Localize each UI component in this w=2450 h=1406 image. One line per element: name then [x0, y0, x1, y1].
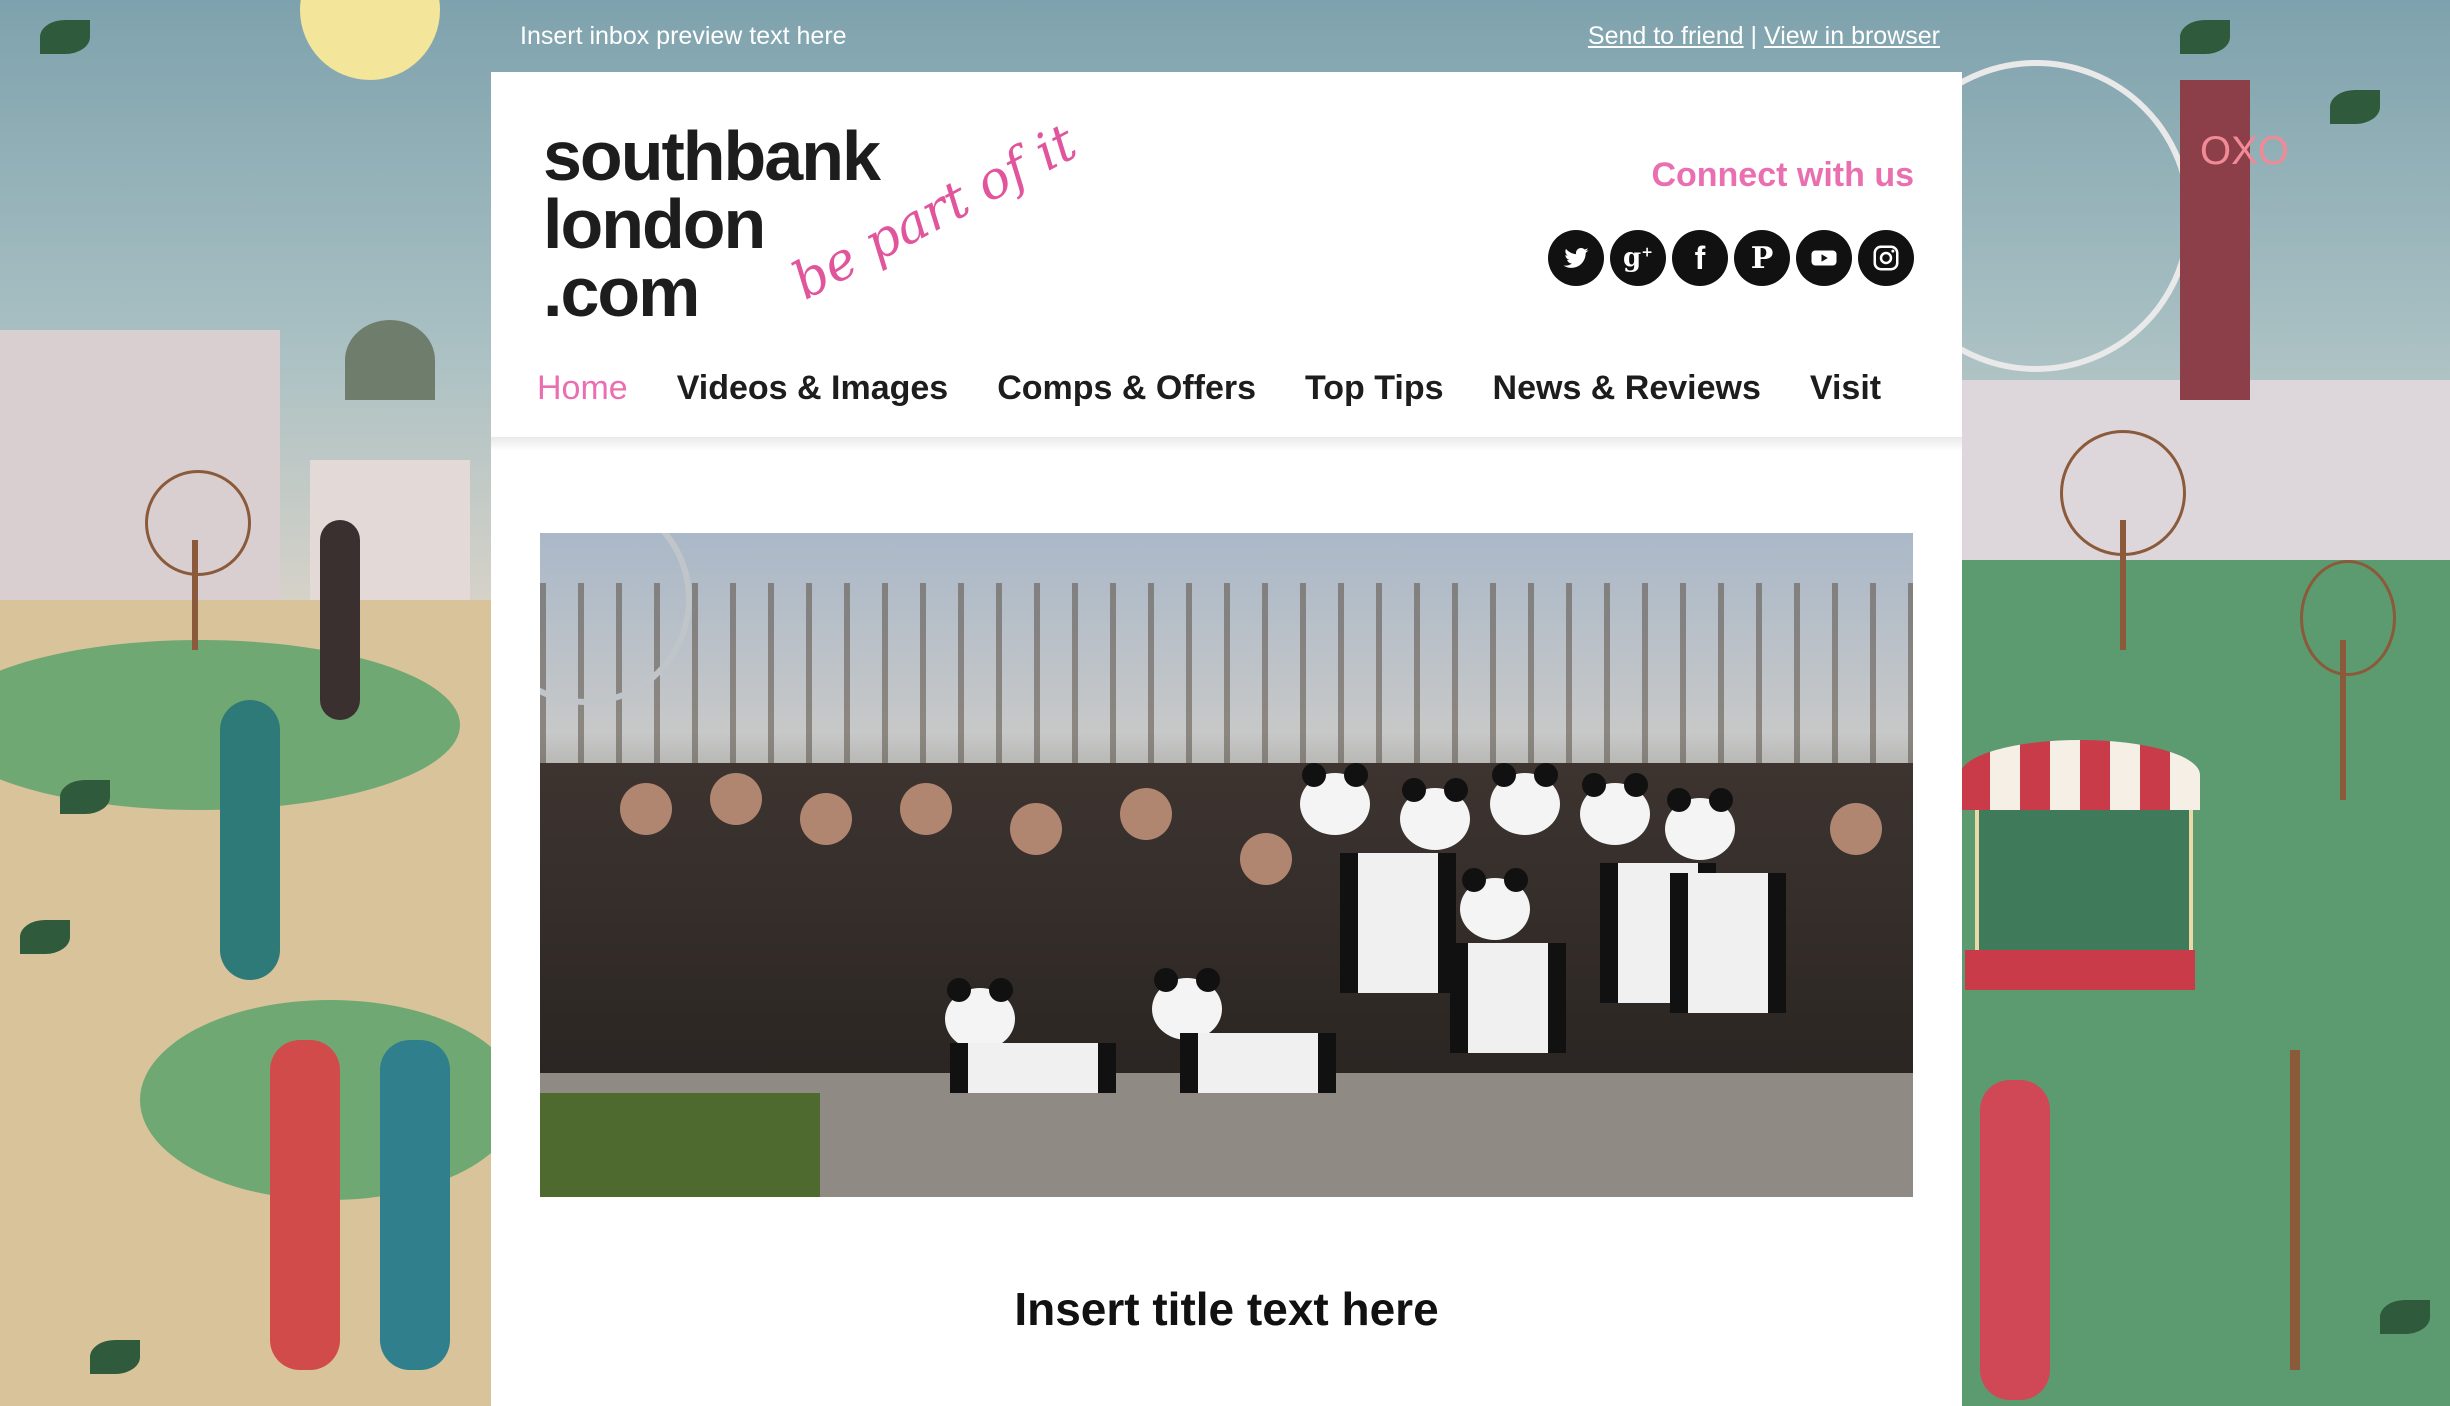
hero-person — [1120, 788, 1172, 840]
building-illustration — [0, 330, 280, 630]
logo-line: southbank — [543, 117, 881, 195]
hero-panda — [1665, 788, 1735, 860]
facebook-icon[interactable]: f — [1672, 230, 1728, 286]
musician-illustration — [1980, 1080, 2050, 1400]
youtube-icon[interactable] — [1796, 230, 1852, 286]
nav-item-visit[interactable]: Visit — [1810, 369, 1881, 408]
hero-panda — [1152, 968, 1222, 1040]
person-illustration — [220, 700, 280, 980]
email-container: southbank london .com be part of it Conn… — [491, 72, 1962, 1406]
leaf-illustration — [90, 1340, 140, 1374]
tree-illustration — [2290, 1050, 2300, 1370]
hero-person — [1240, 833, 1292, 885]
hero-panda — [1580, 773, 1650, 845]
hero-panda-body — [1670, 873, 1786, 1013]
performer-illustration — [320, 520, 360, 720]
hero-panda — [1460, 868, 1530, 940]
email-title: Insert title text here — [1014, 1283, 1439, 1335]
nav-item-home[interactable]: Home — [537, 369, 628, 408]
nav-item-top-tips[interactable]: Top Tips — [1305, 369, 1444, 408]
hero-panda-body — [1180, 1033, 1336, 1093]
hero-person — [1010, 803, 1062, 855]
nav-item-comps-offers[interactable]: Comps & Offers — [997, 369, 1256, 408]
leaf-illustration — [2380, 1300, 2430, 1334]
send-to-friend-link[interactable]: Send to friend — [1588, 22, 1744, 50]
hero-person — [620, 783, 672, 835]
nav-item-news-reviews[interactable]: News & Reviews — [1493, 369, 1761, 408]
leaf-illustration — [2180, 20, 2230, 54]
nav-divider — [491, 437, 1962, 451]
social-icons: g+ f P — [1548, 230, 1914, 286]
carousel-illustration — [1975, 810, 2193, 950]
link-separator: | — [1750, 22, 1758, 50]
leaf-illustration — [40, 20, 90, 54]
oxo-sign: OXO — [2200, 129, 2289, 173]
hero-panda-body — [950, 1043, 1116, 1093]
instagram-icon[interactable] — [1858, 230, 1914, 286]
leaf-illustration — [2330, 90, 2380, 124]
inbox-preview-text: Insert inbox preview text here — [520, 22, 847, 50]
google-plus-icon[interactable]: g+ — [1610, 230, 1666, 286]
carousel-illustration — [1960, 740, 2200, 810]
person-illustration — [380, 1040, 450, 1370]
hero-panda — [1490, 763, 1560, 835]
twitter-icon[interactable] — [1548, 230, 1604, 286]
hero-panda — [1400, 778, 1470, 850]
nav-item-videos-images[interactable]: Videos & Images — [677, 369, 949, 408]
hero-grass — [540, 1093, 820, 1197]
preheader: Insert inbox preview text here Send to f… — [520, 0, 1940, 72]
hero-person — [710, 773, 762, 825]
hero-image[interactable] — [540, 533, 1913, 1197]
hero-person — [900, 783, 952, 835]
hero-panda — [1300, 763, 1370, 835]
hero-panda — [945, 978, 1015, 1050]
hero-person — [800, 793, 852, 845]
hero-person — [1830, 803, 1882, 855]
leaf-illustration — [60, 780, 110, 814]
main-nav: Home Videos & Images Comps & Offers Top … — [537, 364, 1881, 412]
person-illustration — [270, 1040, 340, 1370]
leaf-illustration — [20, 920, 70, 954]
tree-illustration — [145, 470, 251, 576]
carousel-illustration — [1965, 950, 2195, 990]
pinterest-icon[interactable]: P — [1734, 230, 1790, 286]
view-in-browser-link[interactable]: View in browser — [1764, 22, 1940, 50]
tree-illustration — [2060, 430, 2186, 556]
hero-panda-body — [1340, 853, 1456, 993]
preheader-links: Send to friend | View in browser — [1588, 22, 1940, 51]
hero-panda-body — [1450, 943, 1566, 1053]
tree-illustration — [2300, 560, 2396, 676]
dome-illustration — [345, 320, 435, 400]
connect-label: Connect with us — [1651, 156, 1914, 194]
